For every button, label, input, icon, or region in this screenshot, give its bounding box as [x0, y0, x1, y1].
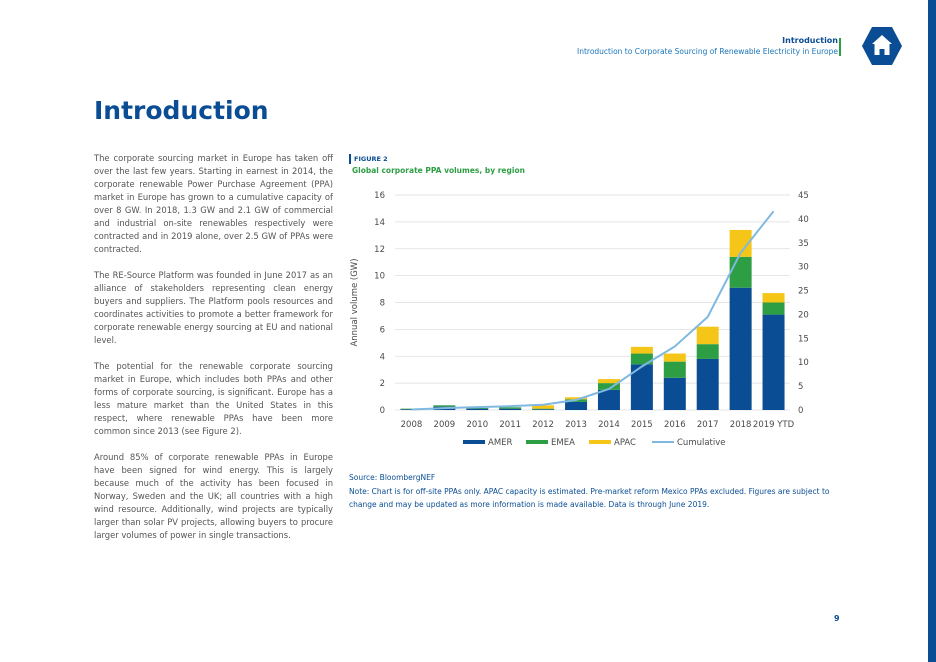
y-tick-label: 14	[374, 218, 385, 228]
y2-tick-label: 15	[798, 334, 809, 344]
bar-emea	[499, 407, 522, 409]
y-tick-label: 6	[380, 325, 385, 335]
bar-emea	[729, 256, 752, 288]
body-paragraph: Around 85% of corporate renewable PPAs i…	[94, 452, 333, 540]
legend-label: Cumulative	[677, 438, 726, 448]
x-tick-label: 2016	[664, 420, 686, 430]
y2-tick-label: 20	[798, 310, 809, 320]
y2-tick-label: 25	[798, 287, 809, 297]
y-tick-label: 4	[380, 352, 385, 362]
bar-emea	[696, 344, 719, 359]
y-tick-label: 10	[374, 272, 385, 282]
legend-swatch-apac	[589, 440, 611, 444]
y-tick-label: 2	[380, 379, 385, 389]
figure-label: FIGURE 2	[349, 154, 388, 164]
header-section-title: Introduction	[782, 36, 838, 45]
figure-caption: Global corporate PPA volumes, by region	[352, 166, 525, 175]
y2-tick-label: 30	[798, 263, 809, 273]
home-button[interactable]	[861, 26, 903, 66]
y-axis-label: Annual volume (GW)	[350, 258, 360, 346]
y-tick-label: 12	[374, 245, 385, 255]
legend-label: EMEA	[551, 438, 575, 448]
page-number: 9	[834, 614, 840, 623]
figure-note: Note: Chart is for off-site PPAs only. A…	[349, 487, 830, 509]
legend-label: APAC	[614, 438, 636, 448]
y2-tick-label: 40	[798, 215, 809, 225]
body-paragraph: The RE-Source Platform was founded in Ju…	[94, 270, 333, 345]
legend-label: AMER	[488, 438, 513, 448]
figure-source: Source: BloombergNEF	[349, 473, 436, 482]
x-tick-label: 2011	[499, 420, 521, 430]
y-tick-label: 8	[380, 299, 385, 309]
x-tick-label: 2008	[401, 420, 423, 430]
x-tick-label: 2012	[532, 420, 554, 430]
body-paragraph: The corporate sourcing market in Europe …	[94, 153, 333, 254]
bar-emea	[663, 361, 686, 378]
ppa-chart: 0 2 4 6 8 10 12 14 16 0 5 10 15 20 25 30 35 40 45 2008 2009 2…	[340, 182, 837, 466]
header-subtitle: Introduction to Corporate Sourcing of Re…	[577, 47, 838, 56]
bar-amer	[729, 287, 752, 410]
bar-apac	[630, 346, 653, 354]
bar-amer	[696, 358, 719, 410]
bar-apac	[762, 293, 785, 303]
bar-apac	[663, 353, 686, 362]
y2-tick-label: 35	[798, 239, 809, 249]
x-tick-label: 2014	[598, 420, 620, 430]
x-tick-label: 2018	[730, 420, 752, 430]
bar-amer	[663, 377, 686, 410]
bar-amer	[597, 389, 620, 410]
header-divider	[839, 38, 841, 56]
home-icon	[862, 27, 902, 65]
x-tick-label: 2019 YTD	[753, 420, 795, 430]
x-tick-label: 2017	[697, 420, 719, 430]
bar-emea	[433, 405, 456, 407]
legend-swatch-emea	[526, 440, 548, 444]
bar-emea	[532, 408, 555, 410]
bar-amer	[762, 314, 785, 410]
bar-amer	[532, 409, 555, 410]
x-tick-label: 2010	[466, 420, 488, 430]
y-tick-label: 0	[380, 406, 385, 416]
bar-amer	[466, 408, 489, 410]
y2-tick-label: 0	[798, 406, 803, 416]
x-tick-label: 2013	[565, 420, 587, 430]
body-text: The corporate sourcing market in Europe …	[94, 152, 333, 555]
bar-emea	[762, 302, 785, 315]
body-paragraph: The potential for the renewable corporat…	[94, 361, 333, 436]
chart-canvas: 0 2 4 6 8 10 12 14 16 0 5 10 15 20 25 30 35 40 45 2008 2009 2…	[350, 191, 837, 448]
y2-tick-label: 5	[798, 382, 803, 392]
page-title: Introduction	[94, 96, 269, 125]
right-accent-bar	[928, 0, 936, 662]
bar-amer	[565, 401, 588, 410]
x-tick-label: 2009	[434, 420, 456, 430]
bar-apac	[696, 326, 719, 345]
bar-amer	[499, 408, 522, 410]
y2-tick-label: 45	[798, 191, 809, 201]
y-tick-label: 16	[374, 191, 385, 201]
legend-swatch-amer	[463, 440, 485, 444]
y2-tick-label: 10	[798, 358, 809, 368]
cumulative-line	[411, 210, 775, 411]
x-tick-label: 2015	[631, 420, 653, 430]
